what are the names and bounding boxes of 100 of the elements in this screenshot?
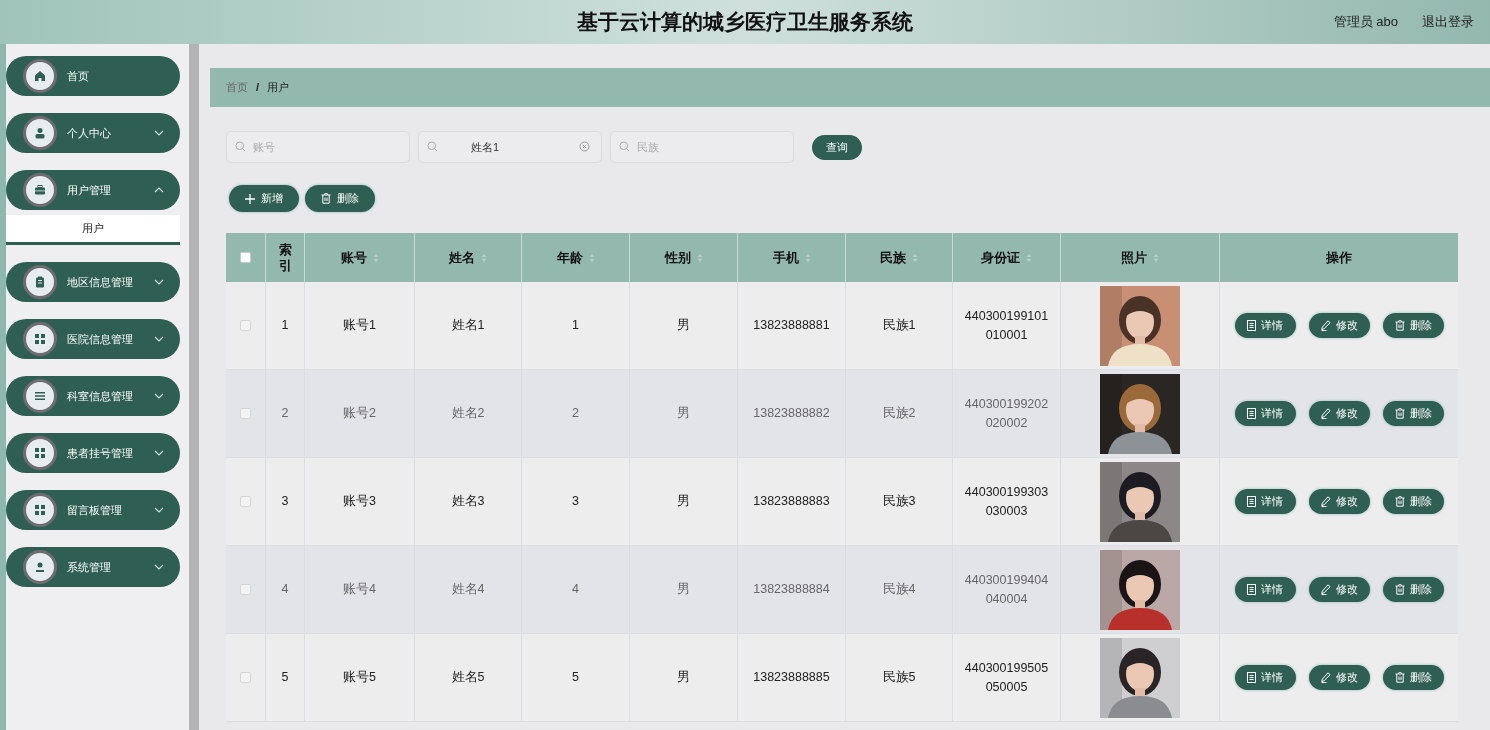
delete-button[interactable]: 删除 xyxy=(1382,577,1444,602)
sidebar-item[interactable]: 首页 xyxy=(6,56,180,96)
edit-button[interactable]: 修改 xyxy=(1308,665,1370,690)
detail-button[interactable]: 详情 xyxy=(1234,401,1296,426)
table-cell-text: 440300199303 030003 xyxy=(964,483,1049,520)
checkbox[interactable] xyxy=(240,320,251,331)
logout-link[interactable]: 退出登录 xyxy=(1422,12,1474,32)
table-cell-text: 姓名2 xyxy=(451,405,485,422)
column-header[interactable]: 账号 xyxy=(340,247,367,268)
trash-icon xyxy=(1394,408,1405,419)
sidebar-item[interactable]: 科室信息管理 xyxy=(6,376,180,416)
delete-button[interactable]: 删除 xyxy=(305,185,375,212)
delete-button[interactable]: 删除 xyxy=(1382,489,1444,514)
pencil-icon xyxy=(1320,320,1331,331)
sort-icon[interactable] xyxy=(912,252,918,263)
column-header[interactable]: 民族 xyxy=(880,247,906,268)
home-icon xyxy=(34,70,46,82)
checkbox[interactable] xyxy=(240,496,251,507)
breadcrumb-separator: / xyxy=(256,80,260,96)
grid-icon xyxy=(34,333,46,345)
document-icon xyxy=(1247,672,1256,683)
column-header[interactable]: 年龄 xyxy=(556,247,583,268)
delete-button[interactable]: 删除 xyxy=(1382,401,1444,426)
sort-icon[interactable] xyxy=(696,252,703,263)
trash-icon xyxy=(1394,320,1405,331)
table-cell-text: 男 xyxy=(677,405,690,422)
column-header[interactable]: 姓名 xyxy=(449,247,475,268)
add-button[interactable]: 新增 xyxy=(229,185,299,212)
search-field[interactable]: 姓名1 xyxy=(418,131,602,163)
column-header: 操作 xyxy=(1326,248,1352,267)
table-cell-text: 民族5 xyxy=(882,669,916,686)
table-cell-text: 男 xyxy=(677,493,690,510)
table-cell-text: 账号3 xyxy=(343,493,376,510)
chevron-icon xyxy=(154,279,164,285)
table-cell-text: 姓名5 xyxy=(451,669,485,686)
sidebar-item[interactable]: 留言板管理 xyxy=(6,490,180,530)
column-header[interactable]: 手机 xyxy=(772,247,799,268)
sidebar-item[interactable]: 用户管理 xyxy=(6,170,180,210)
sort-icon[interactable] xyxy=(372,252,379,263)
table-cell-text: 姓名1 xyxy=(451,317,485,334)
clipboard-icon xyxy=(34,276,46,288)
submenu-item[interactable]: 用户 xyxy=(6,215,180,245)
detail-button[interactable]: 详情 xyxy=(1234,313,1296,338)
menu-icon xyxy=(34,390,46,402)
table-cell-text: 账号1 xyxy=(343,317,376,334)
table-cell-text: 4 xyxy=(281,581,289,598)
detail-button[interactable]: 详情 xyxy=(1234,489,1296,514)
table-cell-text: 民族1 xyxy=(882,317,916,334)
clear-icon[interactable] xyxy=(579,141,590,152)
column-header[interactable]: 照片 xyxy=(1121,247,1147,268)
edit-button[interactable]: 修改 xyxy=(1308,577,1370,602)
column-header[interactable]: 身份证 xyxy=(981,247,1020,268)
checkbox[interactable] xyxy=(240,408,251,419)
table-cell-text: 2 xyxy=(281,405,289,422)
chevron-icon xyxy=(154,336,164,342)
scrollbar[interactable] xyxy=(189,44,199,730)
table-cell-text: 5 xyxy=(281,669,289,686)
table-cell-text: 13823888883 xyxy=(753,493,830,510)
edit-button[interactable]: 修改 xyxy=(1308,489,1370,514)
sort-icon[interactable] xyxy=(1026,252,1032,263)
chevron-icon xyxy=(154,507,164,513)
pencil-icon xyxy=(1320,584,1331,595)
sort-icon[interactable] xyxy=(804,252,811,263)
sort-icon[interactable] xyxy=(588,252,595,263)
sidebar-item[interactable]: 医院信息管理 xyxy=(6,319,180,359)
detail-button[interactable]: 详情 xyxy=(1234,577,1296,602)
delete-button[interactable]: 删除 xyxy=(1382,665,1444,690)
sidebar-item[interactable]: 系统管理 xyxy=(6,547,180,587)
sidebar-item[interactable]: 个人中心 xyxy=(6,113,180,153)
user-icon xyxy=(34,127,46,139)
chevron-icon xyxy=(154,130,164,136)
pencil-icon xyxy=(1320,408,1331,419)
edit-button[interactable]: 修改 xyxy=(1308,401,1370,426)
trash-icon xyxy=(1394,496,1405,507)
search-icon xyxy=(427,141,438,152)
delete-button[interactable]: 删除 xyxy=(1382,313,1444,338)
app-title: 基于云计算的城乡医疗卫生服务系统 xyxy=(577,9,913,36)
table-cell-text: 男 xyxy=(677,317,690,334)
grid-icon xyxy=(34,447,46,459)
sort-icon[interactable] xyxy=(481,252,487,263)
chevron-icon xyxy=(154,564,164,570)
checkbox[interactable] xyxy=(240,252,251,263)
search-field[interactable]: 民族 xyxy=(610,131,794,163)
query-button[interactable]: 查询 xyxy=(812,134,862,160)
table-cell-text: 3 xyxy=(572,493,579,510)
detail-button[interactable]: 详情 xyxy=(1234,665,1296,690)
chevron-icon xyxy=(154,393,164,399)
sidebar-item[interactable]: 地区信息管理 xyxy=(6,262,180,302)
sort-icon[interactable] xyxy=(1153,252,1159,263)
checkbox[interactable] xyxy=(240,672,251,683)
column-header[interactable]: 性别 xyxy=(664,247,691,268)
document-icon xyxy=(1247,584,1256,595)
checkbox[interactable] xyxy=(240,584,251,595)
pencil-icon xyxy=(1320,496,1331,507)
column-header: 索引 xyxy=(278,241,292,274)
edit-button[interactable]: 修改 xyxy=(1308,313,1370,338)
table-cell-text: 账号5 xyxy=(343,669,376,686)
table-cell-text: 13823888885 xyxy=(753,669,830,686)
sidebar-item[interactable]: 患者挂号管理 xyxy=(6,433,180,473)
pencil-icon xyxy=(1320,672,1331,683)
